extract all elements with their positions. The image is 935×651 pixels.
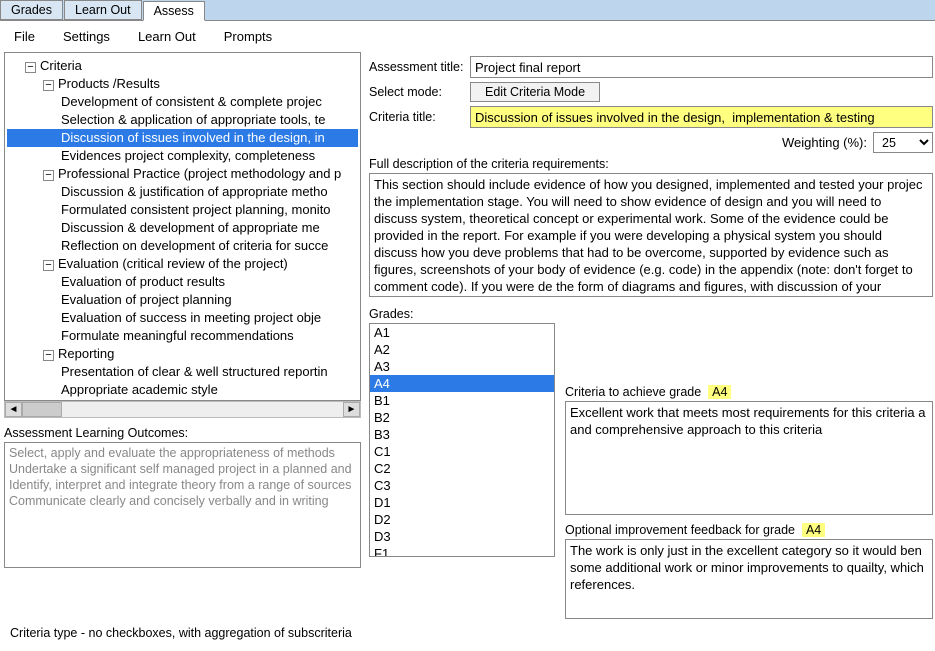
tree-group[interactable]: −Professional Practice (project methodol… [7, 165, 358, 183]
tree-group[interactable]: −Products /Results [7, 75, 358, 93]
criteria-type-status: Criteria type - no checkboxes, with aggr… [0, 622, 363, 644]
tab-assess[interactable]: Assess [143, 1, 205, 21]
top-tabs: Grades Learn Out Assess [0, 0, 935, 21]
tree-item[interactable]: Discussion & development of appropriate … [7, 219, 358, 237]
tab-grades[interactable]: Grades [0, 0, 63, 20]
tree-item[interactable]: Development of consistent & complete pro… [7, 93, 358, 111]
criteria-to-achieve-label: Criteria to achieve grade A4 [565, 385, 933, 399]
criteria-to-achieve-box[interactable]: Excellent work that meets most requireme… [565, 401, 933, 515]
tree-item[interactable]: Reflection on development of criteria fo… [7, 237, 358, 255]
grade-item[interactable]: A4 [370, 375, 554, 392]
tree-item[interactable]: Selection & application of appropriate t… [7, 111, 358, 129]
outcome-line: Undertake a significant self managed pro… [9, 461, 356, 477]
tree-item[interactable]: Evidences project complexity, completene… [7, 147, 358, 165]
collapse-icon[interactable]: − [43, 350, 54, 361]
outcomes-label: Assessment Learning Outcomes: [4, 426, 363, 440]
tree-root[interactable]: −Criteria [7, 57, 358, 75]
tree-group[interactable]: −Reporting [7, 345, 358, 363]
tree-item[interactable]: Evaluation of success in meeting project… [7, 309, 358, 327]
criteria-tree[interactable]: −Criteria−Products /ResultsDevelopment o… [4, 52, 361, 401]
collapse-icon[interactable]: − [43, 80, 54, 91]
grades-label: Grades: [369, 307, 555, 321]
grades-listbox[interactable]: A1A2A3A4B1B2B3C1C2C3D1D2D3F1F2 [369, 323, 555, 557]
tree-item[interactable]: Discussion of issues involved in the des… [7, 129, 358, 147]
tree-item[interactable]: Discussion & justification of appropriat… [7, 183, 358, 201]
assessment-title-input[interactable] [470, 56, 933, 78]
edit-criteria-mode-button[interactable]: Edit Criteria Mode [470, 82, 600, 102]
grade-item[interactable]: A3 [370, 358, 554, 375]
grade-item[interactable]: C2 [370, 460, 554, 477]
collapse-icon[interactable]: − [43, 260, 54, 271]
description-label: Full description of the criteria require… [369, 157, 933, 171]
grade-item[interactable]: B1 [370, 392, 554, 409]
tree-item[interactable]: Appropriate academic style [7, 381, 358, 399]
outcome-line: Select, apply and evaluate the appropria… [9, 445, 356, 461]
grade-item[interactable]: B3 [370, 426, 554, 443]
grade-item[interactable]: D3 [370, 528, 554, 545]
tree-hscrollbar[interactable]: ◄ ► [4, 401, 361, 418]
menu-file[interactable]: File [0, 25, 49, 48]
tree-item[interactable]: Formulated consistent project planning, … [7, 201, 358, 219]
grade-item[interactable]: D1 [370, 494, 554, 511]
outcome-line: Identify, interpret and integrate theory… [9, 477, 356, 493]
collapse-icon[interactable]: − [43, 170, 54, 181]
grade-item[interactable]: B2 [370, 409, 554, 426]
grade-item[interactable]: C3 [370, 477, 554, 494]
scroll-left-icon[interactable]: ◄ [5, 402, 22, 417]
criteria-title-input[interactable] [470, 106, 933, 128]
weighting-label: Weighting (%): [782, 135, 867, 150]
grade-item[interactable]: C1 [370, 443, 554, 460]
scroll-right-icon[interactable]: ► [343, 402, 360, 417]
scroll-thumb[interactable] [22, 402, 62, 417]
menubar: File Settings Learn Out Prompts [0, 21, 935, 52]
weighting-select[interactable]: 25 [873, 132, 933, 153]
tree-item[interactable]: Evaluation of product results [7, 273, 358, 291]
tree-item[interactable]: Formulate meaningful recommendations [7, 327, 358, 345]
menu-learn-out[interactable]: Learn Out [124, 25, 210, 48]
tree-item[interactable]: Evaluation of project planning [7, 291, 358, 309]
menu-settings[interactable]: Settings [49, 25, 124, 48]
menu-prompts[interactable]: Prompts [210, 25, 286, 48]
tree-group[interactable]: −Evaluation (critical review of the proj… [7, 255, 358, 273]
improve-grade-badge: A4 [802, 523, 825, 537]
grade-item[interactable]: A2 [370, 341, 554, 358]
assessment-title-label: Assessment title: [369, 60, 464, 74]
collapse-icon[interactable]: − [25, 62, 36, 73]
improvement-feedback-label: Optional improvement feedback for grade … [565, 523, 933, 537]
grade-item[interactable]: A1 [370, 324, 554, 341]
grade-item[interactable]: D2 [370, 511, 554, 528]
tree-item[interactable]: Presentation of clear & well structured … [7, 363, 358, 381]
grade-item[interactable]: F1 [370, 545, 554, 557]
outcome-line: Communicate clearly and concisely verbal… [9, 493, 356, 509]
select-mode-label: Select mode: [369, 85, 464, 99]
learning-outcomes-box: Select, apply and evaluate the appropria… [4, 442, 361, 568]
criteria-description-box[interactable]: This section should include evidence of … [369, 173, 933, 297]
tab-learn-out[interactable]: Learn Out [64, 0, 142, 20]
achieve-grade-badge: A4 [708, 385, 731, 399]
improvement-feedback-box[interactable]: The work is only just in the excellent c… [565, 539, 933, 619]
criteria-title-label: Criteria title: [369, 110, 464, 124]
